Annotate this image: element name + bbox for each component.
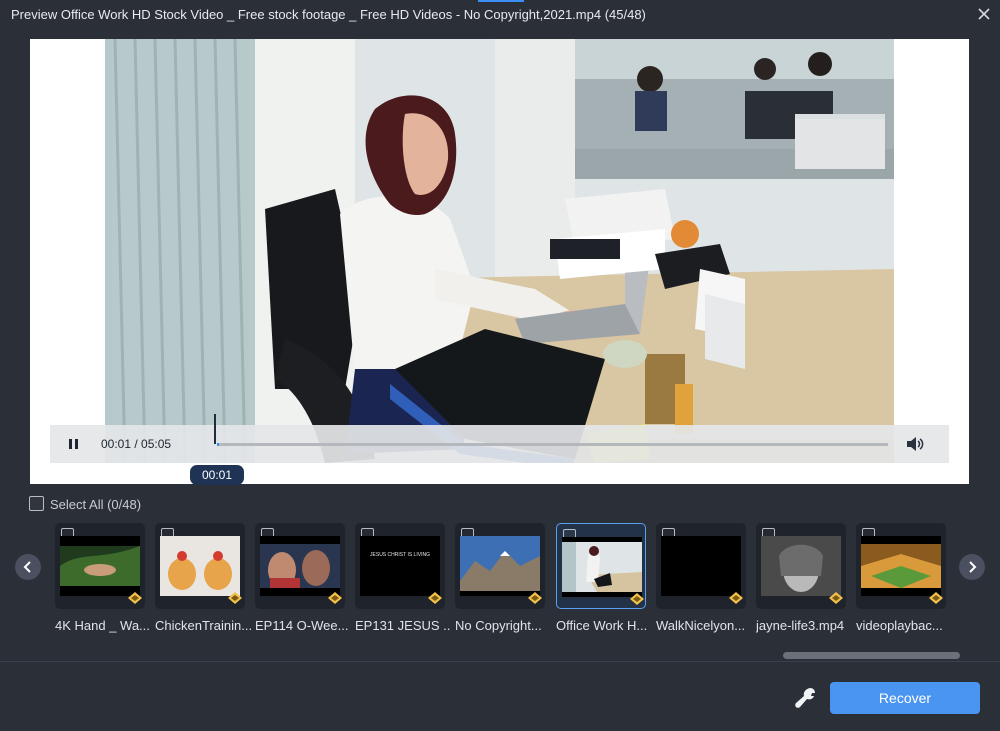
title-bar: Preview Office Work HD Stock Video _ Fre…	[0, 0, 1000, 30]
thumbnail-label: EP131 JESUS ...	[355, 618, 451, 633]
thumb-game-icon	[861, 536, 941, 596]
thumbnail-label: EP114 O-Wee...	[255, 618, 349, 633]
video-frame[interactable]	[105, 39, 894, 463]
progress-fill	[217, 443, 219, 446]
video-scene-image	[105, 39, 894, 463]
premium-badge-icon	[228, 592, 242, 604]
horizontal-scrollbar[interactable]	[783, 652, 960, 659]
footer-divider	[0, 661, 1000, 662]
thumbnail-label: 4K Hand _ Wa...	[55, 618, 150, 633]
premium-badge-icon	[428, 592, 442, 604]
thumbnail-card[interactable]: JESUS CHRIST IS LIVING	[355, 523, 445, 609]
premium-badge-icon	[929, 592, 943, 604]
progress-bar[interactable]	[217, 443, 888, 446]
player-controls: 00:01 / 05:05	[50, 414, 949, 463]
thumbnail-card[interactable]	[656, 523, 746, 609]
pause-button[interactable]	[67, 437, 81, 451]
thumb-chicken-icon	[160, 536, 240, 596]
select-all-checkbox[interactable]	[29, 496, 44, 511]
premium-badge-icon	[328, 592, 342, 604]
thumbnail-card[interactable]	[55, 523, 145, 609]
video-viewer: 00:01 / 05:05	[30, 39, 969, 484]
thumb-hand-nature-icon	[60, 536, 140, 596]
thumb-black-icon	[661, 536, 741, 596]
progress-scrubber[interactable]	[214, 414, 216, 444]
premium-badge-icon	[630, 593, 644, 605]
premium-badge-icon	[528, 592, 542, 604]
thumbnail-label: No Copyright...	[455, 618, 542, 633]
thumbnail-card-selected[interactable]	[556, 523, 646, 609]
speaker-icon	[907, 437, 924, 451]
thumbnail-label: ChickenTrainin...	[155, 618, 251, 633]
pause-icon	[69, 439, 78, 449]
thumb-office-icon	[562, 537, 642, 597]
thumbnail-card[interactable]	[756, 523, 846, 609]
thumbnail-label: Office Work H...	[556, 618, 648, 633]
chevron-left-icon	[23, 561, 31, 573]
thumbnail-card[interactable]	[455, 523, 545, 609]
repair-button[interactable]	[794, 686, 818, 710]
thumbnail-caption: JESUS CHRIST IS LIVING	[370, 552, 430, 558]
title-accent-line	[478, 0, 524, 2]
volume-button[interactable]	[905, 435, 925, 453]
premium-badge-icon	[829, 592, 843, 604]
previous-button[interactable]	[15, 554, 41, 580]
thumb-black-text-icon: JESUS CHRIST IS LIVING	[360, 536, 440, 596]
thumbnail-card[interactable]	[155, 523, 245, 609]
window-title: Preview Office Work HD Stock Video _ Fre…	[11, 7, 646, 22]
recover-button[interactable]: Recover	[830, 682, 980, 714]
wrench-icon	[795, 688, 815, 708]
chevron-right-icon	[969, 561, 977, 573]
premium-badge-icon	[128, 592, 142, 604]
premium-badge-icon	[729, 592, 743, 604]
close-button[interactable]	[974, 4, 994, 24]
close-icon	[978, 8, 990, 20]
thumb-portrait-bw-icon	[761, 536, 841, 596]
thumbnail-label: jayne-life3.mp4	[756, 618, 845, 633]
thumb-news-nick-icon	[260, 536, 340, 596]
select-all-label: Select All (0/48)	[50, 497, 142, 512]
thumbnail-card[interactable]	[856, 523, 946, 609]
thumb-mountains-icon	[460, 536, 540, 596]
thumbnail-card[interactable]	[255, 523, 345, 609]
time-display: 00:01 / 05:05	[101, 437, 172, 451]
time-tooltip: 00:01	[190, 465, 244, 485]
thumbnail-label: videoplaybac...	[856, 618, 943, 633]
thumbnail-label: WalkNicelyon...	[656, 618, 746, 633]
next-button[interactable]	[959, 554, 985, 580]
